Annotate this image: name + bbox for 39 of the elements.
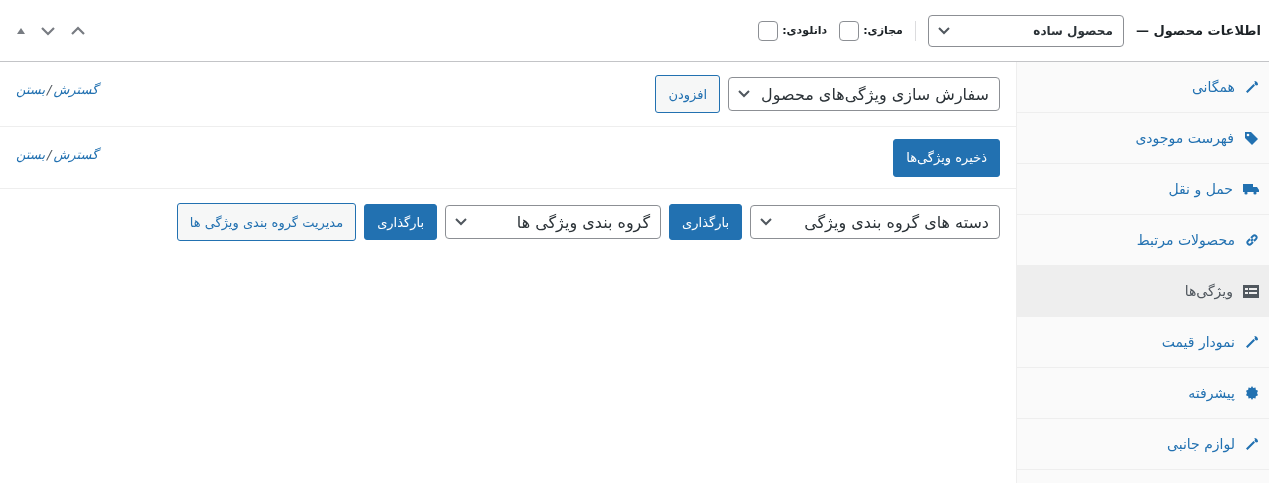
- checkbox[interactable]: [839, 20, 860, 41]
- add-button[interactable]: افزودن: [655, 75, 721, 113]
- caret-icon: [454, 218, 469, 226]
- sidebar-item[interactable]: حمل و نقل: [1017, 164, 1269, 215]
- collapse-link[interactable]: بستن: [16, 82, 46, 97]
- tag-icon: [1244, 130, 1259, 146]
- triangle-up-icon[interactable]: [16, 26, 26, 35]
- separator: /: [47, 82, 52, 97]
- sidebar-item[interactable]: پیشرفته: [1017, 368, 1269, 419]
- caret-icon: [936, 26, 951, 35]
- product-type-select[interactable]: محصول ساده: [927, 14, 1124, 47]
- group-select[interactable]: گروه بندی ویژگی ها: [445, 205, 662, 239]
- caret-icon: [759, 218, 773, 226]
- sidebar-item[interactable]: ویژگی‌ها: [1017, 266, 1269, 317]
- attribute-select[interactable]: سفارش سازی ویژگی‌های محصول: [728, 77, 1000, 111]
- expand-link[interactable]: گسترش: [53, 82, 99, 97]
- checkbox[interactable]: [758, 20, 779, 41]
- link-icon: [1245, 233, 1259, 247]
- group-select[interactable]: دسته های گروه بندی ویژگی: [750, 205, 1000, 239]
- truck-icon: [1243, 183, 1259, 195]
- sidebar-item[interactable]: همگانی: [1017, 62, 1269, 113]
- sidebar-item[interactable]: فهرست موجودی: [1017, 113, 1269, 164]
- collapse-link[interactable]: بستن: [16, 147, 46, 162]
- option-label: مجازی:: [863, 24, 903, 37]
- sidebar-item[interactable]: لوازم جانبی: [1017, 419, 1269, 470]
- sidebar-item[interactable]: نمودار قیمت: [1017, 317, 1269, 368]
- save-attributes-button[interactable]: ذخیره ویژگی‌ها: [893, 138, 1000, 177]
- chevron-down-icon[interactable]: [40, 25, 56, 36]
- option-label: دانلودی:: [782, 24, 828, 37]
- gear-icon: [1245, 386, 1259, 400]
- chevron-up-icon[interactable]: [70, 25, 86, 36]
- caret-icon: [737, 90, 752, 98]
- panel-title: اطلاعات محصول —: [1135, 23, 1261, 38]
- expand-link[interactable]: گسترش: [53, 147, 99, 162]
- separator: /: [47, 147, 52, 162]
- list-icon: [1243, 284, 1259, 298]
- load-button[interactable]: بارگذاری: [669, 204, 742, 240]
- load-button[interactable]: بارگذاری: [364, 204, 438, 240]
- manage-groups-button[interactable]: مدیریت گروه بندی ویژگی ها: [176, 203, 357, 241]
